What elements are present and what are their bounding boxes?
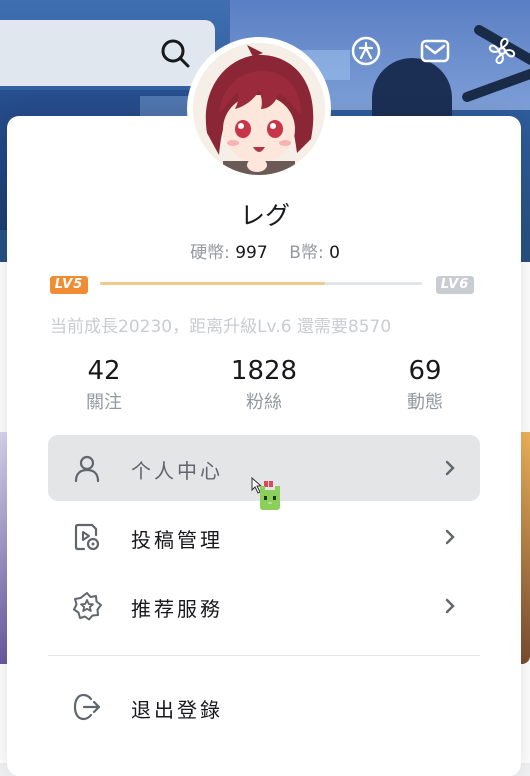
level-progress-bar bbox=[100, 282, 422, 285]
growth-text: 当前成長20230，距离升級Lv.6 還需要8570 bbox=[50, 317, 392, 337]
avatar[interactable] bbox=[187, 37, 331, 181]
username: レグ bbox=[239, 201, 290, 230]
level-current-badge: LV5 bbox=[50, 276, 88, 294]
stat-following[interactable]: 42 關注 bbox=[44, 356, 164, 414]
menu-item-recommend-service[interactable]: 推荐服務 bbox=[48, 573, 480, 639]
menu-label: 退出登錄 bbox=[131, 698, 223, 722]
stat-value: 42 bbox=[87, 356, 121, 386]
divider bbox=[48, 655, 480, 656]
vip-icon[interactable] bbox=[349, 34, 383, 68]
avatar-image bbox=[193, 43, 325, 175]
stat-value: 69 bbox=[408, 356, 442, 386]
search-icon[interactable] bbox=[158, 36, 192, 70]
stat-value: 1828 bbox=[230, 356, 298, 386]
chevron-right-icon bbox=[445, 598, 455, 614]
level-progress-fill bbox=[100, 282, 326, 285]
logout-icon bbox=[73, 693, 101, 721]
menu-label: 投稿管理 bbox=[131, 528, 223, 552]
stat-followers[interactable]: 1828 粉絲 bbox=[204, 356, 324, 414]
cursor-icon bbox=[251, 476, 280, 510]
level-next-badge: LV6 bbox=[436, 276, 474, 294]
coins-value: 997 bbox=[235, 243, 268, 263]
person-icon bbox=[74, 455, 100, 483]
message-icon[interactable] bbox=[418, 34, 452, 68]
menu-label: 推荐服務 bbox=[131, 597, 223, 621]
stat-label: 關注 bbox=[86, 392, 122, 413]
menu-label: 个人中心 bbox=[131, 459, 223, 483]
chevron-right-icon bbox=[445, 460, 455, 476]
coins-label: 硬幣: bbox=[190, 243, 230, 263]
coin-balance: 硬幣: 997 B幣: 0 bbox=[0, 238, 530, 263]
bcoins-value: 0 bbox=[329, 243, 340, 263]
upload-manage-icon bbox=[74, 523, 100, 551]
star-badge-icon bbox=[73, 592, 102, 621]
stat-label: 動態 bbox=[407, 392, 443, 413]
chevron-right-icon bbox=[445, 529, 455, 545]
stat-label: 粉絲 bbox=[246, 392, 282, 413]
stat-dynamics[interactable]: 69 動態 bbox=[365, 356, 485, 414]
bcoins-label: B幣: bbox=[289, 243, 324, 263]
video-thumbnail[interactable] bbox=[520, 432, 530, 664]
menu-item-logout[interactable]: 退出登錄 bbox=[48, 674, 480, 740]
fan-icon[interactable] bbox=[485, 34, 519, 68]
